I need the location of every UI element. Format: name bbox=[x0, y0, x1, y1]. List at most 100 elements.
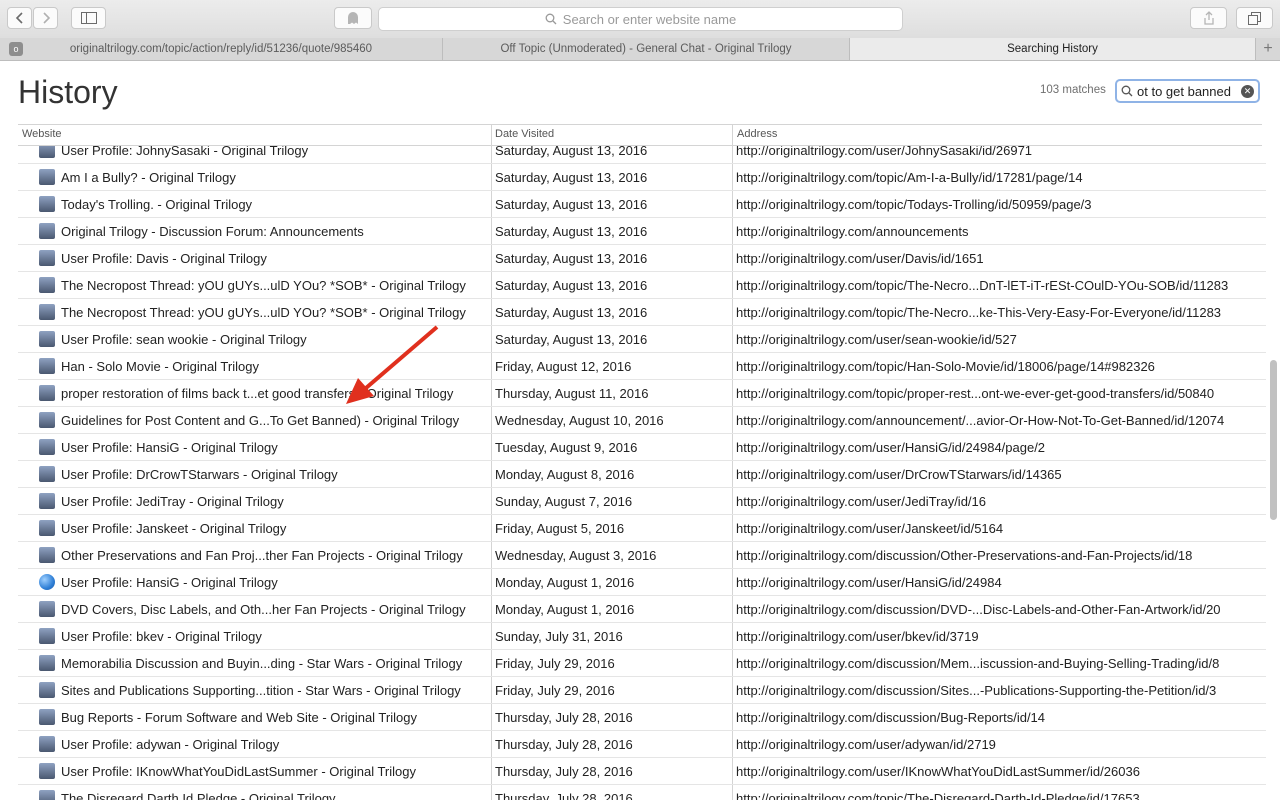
row-address: http://originaltrilogy.com/user/sean-woo… bbox=[736, 332, 1017, 347]
history-row[interactable]: Bug Reports - Forum Software and Web Sit… bbox=[18, 704, 1266, 731]
row-website-title: Han - Solo Movie - Original Trilogy bbox=[61, 359, 259, 374]
column-address[interactable]: Address bbox=[737, 128, 777, 140]
history-row[interactable]: User Profile: sean wookie - Original Tri… bbox=[18, 326, 1266, 353]
history-row[interactable]: proper restoration of films back t...et … bbox=[18, 380, 1266, 407]
row-website-title: User Profile: HansiG - Original Trilogy bbox=[61, 575, 278, 590]
history-row[interactable]: User Profile: Janskeet - Original Trilog… bbox=[18, 515, 1266, 542]
row-address: http://originaltrilogy.com/discussion/Si… bbox=[736, 683, 1217, 698]
history-row[interactable]: The Necropost Thread: yOU gUYs...ulD YOu… bbox=[18, 272, 1266, 299]
row-address: http://originaltrilogy.com/user/Janskeet… bbox=[736, 521, 1004, 536]
address-bar[interactable]: Search or enter website name bbox=[378, 7, 903, 31]
column-date-visited[interactable]: Date Visited bbox=[495, 128, 554, 140]
row-address: http://originaltrilogy.com/user/JediTray… bbox=[736, 494, 986, 509]
history-row[interactable]: Am I a Bully? - Original Trilogy Saturday… bbox=[18, 164, 1266, 191]
row-address: http://originaltrilogy.com/announcement/… bbox=[736, 413, 1225, 428]
row-website-title: Guidelines for Post Content and G...To G… bbox=[61, 413, 460, 428]
row-website-title: The Necropost Thread: yOU gUYs...ulD YOu… bbox=[61, 305, 466, 320]
site-favicon bbox=[39, 493, 55, 509]
row-date-visited: Thursday, July 28, 2016 bbox=[495, 764, 633, 779]
row-date-visited: Thursday, August 11, 2016 bbox=[495, 386, 649, 401]
history-row[interactable]: User Profile: HansiG - Original Trilogy T… bbox=[18, 434, 1266, 461]
forward-button[interactable] bbox=[33, 7, 58, 29]
history-row[interactable]: Other Preservations and Fan Proj...ther … bbox=[18, 542, 1266, 569]
row-date-visited: Saturday, August 13, 2016 bbox=[495, 332, 648, 347]
row-address: http://originaltrilogy.com/discussion/DV… bbox=[736, 602, 1221, 617]
browser-toolbar: Search or enter website name bbox=[0, 0, 1280, 39]
site-favicon bbox=[39, 547, 55, 563]
row-address: http://originaltrilogy.com/topic/Am-I-a-… bbox=[736, 170, 1083, 185]
row-date-visited: Tuesday, August 9, 2016 bbox=[495, 440, 638, 455]
row-website-title: User Profile: JohnySasaki - Original Tri… bbox=[61, 146, 309, 158]
row-website-title: Memorabilia Discussion and Buyin...ding … bbox=[61, 656, 463, 671]
history-row[interactable]: Guidelines for Post Content and G...To G… bbox=[18, 407, 1266, 434]
plus-icon: + bbox=[1263, 40, 1273, 57]
ghost-icon bbox=[348, 11, 358, 24]
site-favicon bbox=[39, 655, 55, 671]
site-favicon bbox=[39, 763, 55, 779]
history-row[interactable]: Memorabilia Discussion and Buyin...ding … bbox=[18, 650, 1266, 677]
row-website-title: User Profile: Janskeet - Original Trilog… bbox=[61, 521, 287, 536]
page-title: History bbox=[18, 74, 118, 110]
site-favicon bbox=[39, 196, 55, 212]
row-address: http://originaltrilogy.com/announcements bbox=[736, 224, 969, 239]
row-address: http://originaltrilogy.com/discussion/Me… bbox=[736, 656, 1220, 671]
site-favicon bbox=[39, 223, 55, 239]
scrollbar-thumb[interactable] bbox=[1270, 360, 1277, 520]
row-address: http://originaltrilogy.com/user/HansiG/i… bbox=[736, 575, 1002, 590]
history-row[interactable]: Today's Trolling. - Original Trilogy Satu… bbox=[18, 191, 1266, 218]
row-date-visited: Friday, August 5, 2016 bbox=[495, 521, 625, 536]
history-table: User Profile: JohnySasaki - Original Tri… bbox=[18, 146, 1266, 800]
history-row[interactable]: The Disregard Darth Id Pledge - Original… bbox=[18, 785, 1266, 800]
row-website-title: User Profile: IKnowWhatYouDidLastSummer … bbox=[61, 764, 416, 779]
history-row[interactable]: User Profile: bkev - Original Trilogy Sun… bbox=[18, 623, 1266, 650]
row-address: http://originaltrilogy.com/user/bkev/id/… bbox=[736, 629, 979, 644]
row-website-title: User Profile: DrCrowTStarwars - Original… bbox=[61, 467, 338, 482]
share-icon bbox=[1203, 11, 1214, 25]
new-tab-button[interactable]: + bbox=[1256, 38, 1280, 60]
tab-label: Off Topic (Unmoderated) - General Chat -… bbox=[500, 43, 792, 55]
row-website-title: Am I a Bully? - Original Trilogy bbox=[61, 170, 236, 185]
site-favicon bbox=[39, 628, 55, 644]
share-button[interactable] bbox=[1190, 7, 1227, 29]
row-website-title: Today's Trolling. - Original Trilogy bbox=[61, 197, 253, 212]
history-row[interactable]: User Profile: adywan - Original Trilogy T… bbox=[18, 731, 1266, 758]
sidebar-button[interactable] bbox=[71, 7, 106, 29]
history-row[interactable]: Original Trilogy - Discussion Forum: Ann… bbox=[18, 218, 1266, 245]
history-row[interactable]: The Necropost Thread: yOU gUYs...ulD YOu… bbox=[18, 299, 1266, 326]
row-date-visited: Wednesday, August 10, 2016 bbox=[495, 413, 664, 428]
history-row[interactable]: Sites and Publications Supporting...titi… bbox=[18, 677, 1266, 704]
back-button[interactable] bbox=[7, 7, 32, 29]
globe-icon bbox=[39, 574, 55, 590]
row-address: http://originaltrilogy.com/discussion/Bu… bbox=[736, 710, 1046, 725]
vertical-scrollbar[interactable] bbox=[1267, 146, 1279, 800]
row-website-title: DVD Covers, Disc Labels, and Oth...her F… bbox=[61, 602, 466, 617]
tab-close-icon[interactable]: o bbox=[9, 42, 23, 56]
privacy-button[interactable] bbox=[334, 7, 372, 29]
history-row[interactable]: User Profile: Davis - Original Trilogy Sa… bbox=[18, 245, 1266, 272]
history-row[interactable]: User Profile: HansiG - Original Trilogy M… bbox=[18, 569, 1266, 596]
history-row[interactable]: User Profile: JohnySasaki - Original Tri… bbox=[18, 146, 1266, 164]
row-website-title: User Profile: Davis - Original Trilogy bbox=[61, 251, 267, 266]
history-row[interactable]: User Profile: DrCrowTStarwars - Original… bbox=[18, 461, 1266, 488]
row-website-title: Sites and Publications Supporting...titi… bbox=[61, 683, 461, 698]
history-row[interactable]: User Profile: IKnowWhatYouDidLastSummer … bbox=[18, 758, 1266, 785]
clear-search-icon[interactable]: ✕ bbox=[1241, 84, 1254, 98]
column-website[interactable]: Website bbox=[22, 128, 62, 140]
row-address: http://originaltrilogy.com/topic/The-Dis… bbox=[736, 791, 1140, 800]
tab-reply[interactable]: o originaltrilogy.com/topic/action/reply… bbox=[0, 38, 443, 60]
tabs-overview-button[interactable] bbox=[1236, 7, 1273, 29]
row-website-title: User Profile: HansiG - Original Trilogy bbox=[61, 440, 278, 455]
tab-history[interactable]: Searching History bbox=[850, 38, 1256, 60]
history-search-field[interactable]: ot to get banned ✕ bbox=[1115, 79, 1260, 103]
site-favicon bbox=[39, 146, 55, 158]
row-date-visited: Friday, July 29, 2016 bbox=[495, 683, 615, 698]
tab-off-topic[interactable]: Off Topic (Unmoderated) - General Chat -… bbox=[443, 38, 850, 60]
history-row[interactable]: User Profile: JediTray - Original Trilog… bbox=[18, 488, 1266, 515]
row-website-title: User Profile: JediTray - Original Trilog… bbox=[61, 494, 284, 509]
row-date-visited: Sunday, July 31, 2016 bbox=[495, 629, 623, 644]
site-favicon bbox=[39, 277, 55, 293]
history-row[interactable]: DVD Covers, Disc Labels, and Oth...her F… bbox=[18, 596, 1266, 623]
site-favicon bbox=[39, 331, 55, 347]
history-row[interactable]: Han - Solo Movie - Original Trilogy Frida… bbox=[18, 353, 1266, 380]
row-date-visited: Saturday, August 13, 2016 bbox=[495, 278, 648, 293]
